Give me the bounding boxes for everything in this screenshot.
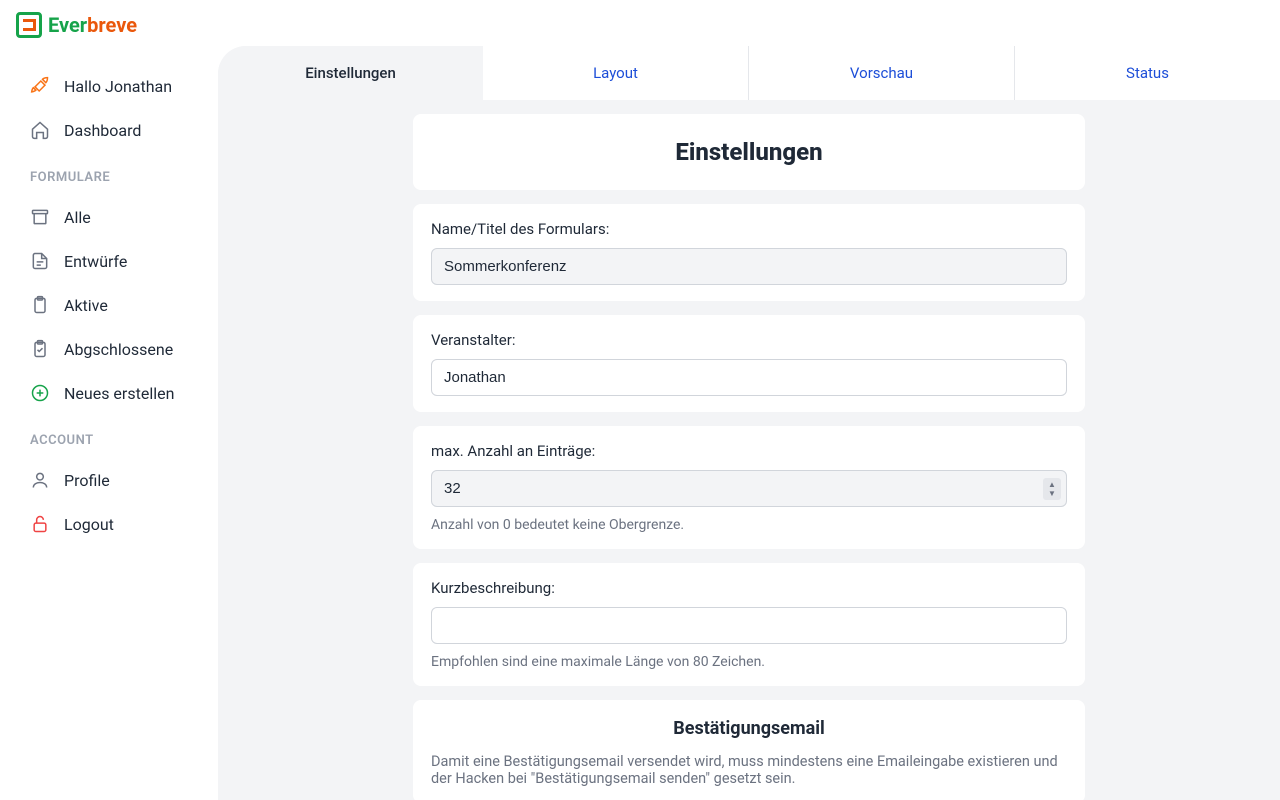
main-content: Einstellungen Layout Vorschau Status Ein… — [218, 46, 1280, 800]
brand-logo[interactable]: Everbreve — [16, 12, 137, 38]
sidebar-item-drafts[interactable]: Entwürfe — [0, 239, 218, 283]
sidebar-item-all[interactable]: Alle — [0, 195, 218, 239]
label-form-name: Name/Titel des Formulars: — [431, 220, 1067, 238]
sidebar-item-label: Profile — [64, 471, 110, 490]
confirmation-desc: Damit eine Bestätigungsemail versendet w… — [431, 753, 1067, 787]
confirmation-title: Bestätigungsemail — [431, 716, 1067, 747]
sidebar-item-label: Logout — [64, 515, 114, 534]
sidebar-section-forms: FORMULARE — [0, 152, 218, 195]
chevron-up-icon: ▲ — [1048, 480, 1056, 489]
number-spinner[interactable]: ▲▼ — [1043, 478, 1061, 500]
sidebar-item-label: Entwürfe — [64, 252, 127, 271]
label-short-desc: Kurzbeschreibung: — [431, 579, 1067, 597]
home-icon — [30, 120, 50, 140]
input-organizer[interactable] — [431, 359, 1067, 396]
sidebar-item-logout[interactable]: Logout — [0, 502, 218, 546]
sidebar-item-dashboard[interactable]: Dashboard — [0, 108, 218, 152]
page-title: Einstellungen — [431, 130, 1067, 174]
plus-circle-icon — [30, 383, 50, 403]
sidebar: Hallo Jonathan Dashboard FORMULARE Alle … — [0, 46, 218, 800]
tab-layout[interactable]: Layout — [483, 46, 749, 100]
sidebar-item-label: Dashboard — [64, 121, 141, 140]
rocket-icon — [30, 76, 50, 96]
sidebar-item-label: Aktive — [64, 296, 108, 315]
card-max-entries: max. Anzahl an Einträge: ▲▼ Anzahl von 0… — [413, 426, 1085, 549]
file-icon — [30, 251, 50, 271]
lock-icon — [30, 514, 50, 534]
content-scroll[interactable]: Einstellungen Name/Titel des Formulars: … — [218, 100, 1280, 800]
title-card: Einstellungen — [413, 114, 1085, 190]
archive-icon — [30, 207, 50, 227]
card-form-name: Name/Titel des Formulars: — [413, 204, 1085, 301]
card-confirmation-email: Bestätigungsemail Damit eine Bestätigung… — [413, 700, 1085, 800]
input-short-desc[interactable] — [431, 607, 1067, 644]
sidebar-item-finished[interactable]: Abgschlossene — [0, 327, 218, 371]
input-form-name[interactable] — [431, 248, 1067, 285]
clipboard-check-icon — [30, 339, 50, 359]
user-icon — [30, 470, 50, 490]
help-short-desc: Empfohlen sind eine maximale Länge von 8… — [431, 654, 1067, 670]
card-short-desc: Kurzbeschreibung: Empfohlen sind eine ma… — [413, 563, 1085, 686]
tab-bar: Einstellungen Layout Vorschau Status — [218, 46, 1280, 100]
label-organizer: Veranstalter: — [431, 331, 1067, 349]
tab-status[interactable]: Status — [1015, 46, 1280, 100]
input-max-entries[interactable] — [431, 470, 1067, 507]
top-bar: Everbreve — [0, 0, 1280, 46]
card-organizer: Veranstalter: — [413, 315, 1085, 412]
sidebar-item-profile[interactable]: Profile — [0, 458, 218, 502]
tab-preview[interactable]: Vorschau — [749, 46, 1015, 100]
brand-text: Everbreve — [48, 13, 137, 37]
sidebar-item-label: Abgschlossene — [64, 340, 173, 359]
sidebar-item-active[interactable]: Aktive — [0, 283, 218, 327]
help-max-entries: Anzahl von 0 bedeutet keine Obergrenze. — [431, 517, 1067, 533]
sidebar-item-label: Alle — [64, 208, 91, 227]
tab-settings[interactable]: Einstellungen — [218, 46, 483, 100]
chevron-down-icon: ▼ — [1048, 489, 1056, 498]
label-max-entries: max. Anzahl an Einträge: — [431, 442, 1067, 460]
sidebar-greeting: Hallo Jonathan — [0, 64, 218, 108]
clipboard-icon — [30, 295, 50, 315]
greeting-text: Hallo Jonathan — [64, 77, 172, 96]
sidebar-section-account: ACCOUNT — [0, 415, 218, 458]
logo-icon — [16, 12, 42, 38]
sidebar-item-new[interactable]: Neues erstellen — [0, 371, 218, 415]
sidebar-item-label: Neues erstellen — [64, 384, 174, 403]
